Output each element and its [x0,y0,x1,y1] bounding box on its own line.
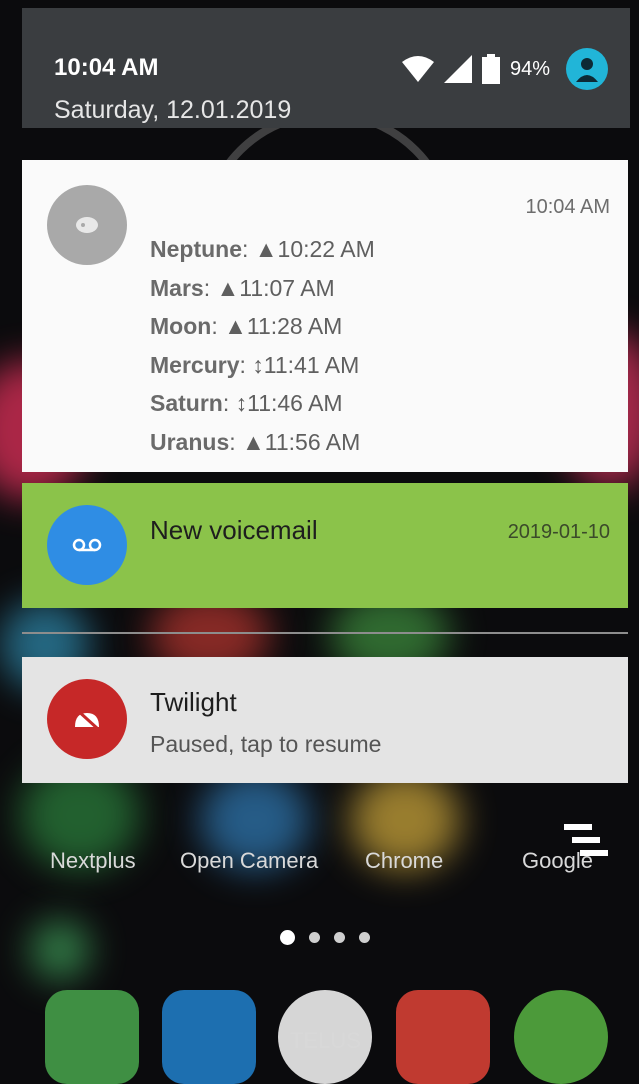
page-dot [309,932,320,943]
list-item: Mercury: ↕11:41 AM [150,351,360,378]
app-label-open-camera[interactable]: Open Camera [180,848,318,874]
shade-handle-icon[interactable] [562,822,612,860]
quick-settings-header: 10:04 AM Saturday, 12.01.2019 94% [22,8,630,128]
voicemail-app-icon [47,505,127,585]
list-item: Mars: ▲11:07 AM [150,274,335,301]
app-label-chrome[interactable]: Chrome [365,848,443,874]
clock-date: Saturday, 12.01.2019 [54,96,292,124]
page-dot [334,932,345,943]
list-item: Moon: ▲11:28 AM [150,313,343,339]
battery-icon [481,54,500,84]
clock-time: 10:04 AM [54,54,159,81]
cell-signal-icon [443,55,472,83]
list-item: Saturn: ↕11:46 AM [150,390,343,416]
battery-percent: 94% [509,57,550,80]
planet-rise-list: Neptune: ▲10:22 AM Mars: ▲11:07 AM Moon:… [150,230,375,461]
system-icons: 94% [401,48,608,90]
wifi-icon [401,56,434,82]
notification-time: 10:04 AM [525,196,610,218]
voicemail-icon [72,538,102,552]
gmail-app-icon[interactable] [396,990,490,1084]
phone-app-icon[interactable] [45,990,139,1084]
page-dot [280,930,295,945]
planets-notification[interactable]: 10:04 AM Neptune: ▲10:22 AM Mars: ▲11:07… [22,160,628,472]
voicemail-title: New voicemail [150,515,318,545]
notification-divider [22,632,628,634]
twilight-notification[interactable]: Twilight Paused, tap to resume [22,657,628,783]
twilight-app-icon [47,679,127,759]
page-indicator [280,930,370,945]
evernote-app-icon[interactable] [514,990,608,1084]
list-item: Uranus: ▲11:56 AM [150,428,361,455]
twilight-title: Twilight [150,687,237,717]
voicemail-date: 2019-01-10 [507,521,610,543]
messages-app-icon[interactable] [162,990,256,1084]
user-icon [576,58,598,82]
user-avatar-button[interactable] [566,48,608,90]
list-item: Neptune: ▲10:22 AM [150,236,375,262]
carrier-label: TELUS [290,1028,361,1053]
twilight-off-icon [74,707,100,731]
planets-app-icon [47,185,127,265]
page-dot [359,932,370,943]
planet-icon [76,217,98,233]
voicemail-notification[interactable]: New voicemail 2019-01-10 [22,483,628,608]
twilight-subtitle: Paused, tap to resume [150,731,382,757]
app-label-nextplus[interactable]: Nextplus [50,848,136,874]
